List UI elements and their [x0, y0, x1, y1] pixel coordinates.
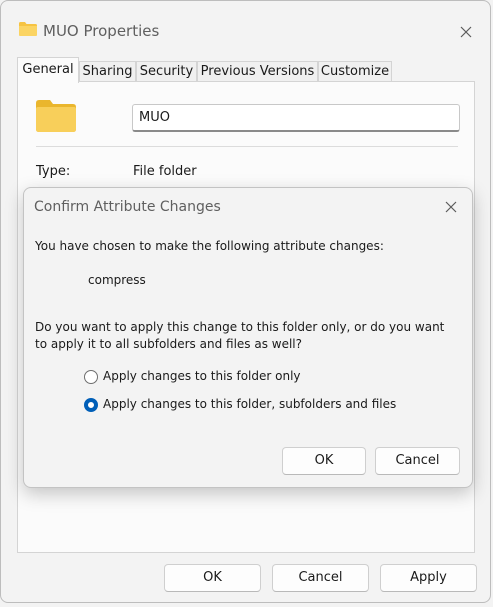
attribute-change-item: compress: [88, 273, 146, 287]
folder-icon: [36, 100, 76, 132]
radio-label: Apply changes to this folder only: [103, 369, 301, 383]
divider: [36, 146, 458, 147]
type-value: File folder: [133, 164, 197, 179]
dialog-title: Confirm Attribute Changes: [34, 199, 221, 215]
tab-general[interactable]: General: [17, 57, 79, 83]
apply-button[interactable]: Apply: [380, 564, 477, 592]
dialog-ok-button[interactable]: OK: [282, 447, 366, 475]
confirm-attribute-changes-dialog: Confirm Attribute Changes You have chose…: [23, 187, 473, 488]
cancel-button[interactable]: Cancel: [272, 564, 369, 592]
close-icon: [460, 26, 472, 38]
radio-button[interactable]: [84, 370, 98, 384]
tab-sharing[interactable]: Sharing: [79, 61, 136, 82]
tab-customize[interactable]: Customize: [318, 61, 392, 82]
title-bar: MUO Properties: [1, 1, 490, 59]
dialog-question-text: Do you want to apply this change to this…: [35, 320, 445, 351]
radio-button-checked[interactable]: [84, 398, 98, 412]
ok-button[interactable]: OK: [164, 564, 261, 592]
close-icon: [445, 201, 457, 213]
tab-security[interactable]: Security: [136, 61, 197, 82]
window-title: MUO Properties: [43, 22, 160, 40]
tab-previous-versions[interactable]: Previous Versions: [197, 61, 318, 82]
window-close-button[interactable]: [449, 15, 483, 49]
dialog-cancel-button[interactable]: Cancel: [375, 447, 460, 475]
dialog-close-button[interactable]: [434, 190, 468, 224]
folder-name-input[interactable]: [132, 104, 460, 132]
dialog-intro-text: You have chosen to make the following at…: [35, 239, 384, 253]
radio-label: Apply changes to this folder, subfolders…: [103, 397, 397, 411]
folder-icon: [19, 22, 37, 36]
type-label: Type:: [36, 164, 71, 179]
